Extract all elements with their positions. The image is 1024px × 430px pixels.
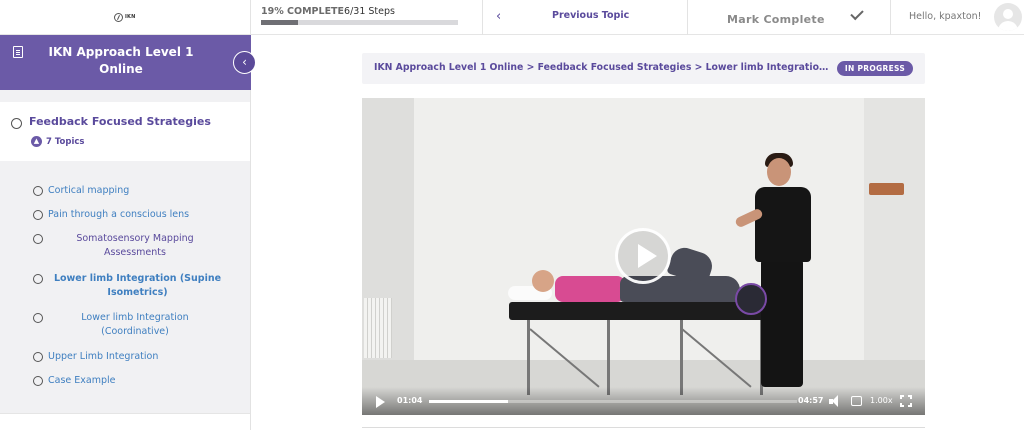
- fullscreen-corner: [908, 403, 912, 407]
- head: [767, 158, 791, 186]
- treatment-table: [509, 302, 771, 320]
- breadcrumb: IKN Approach Level 1 Online > Feedback F…: [362, 53, 925, 84]
- lesson-label[interactable]: Lower limb Integration (Coordinative): [60, 311, 210, 339]
- fullscreen-corner: [900, 403, 904, 407]
- status-circle-icon: [33, 352, 43, 362]
- video-scene-radiator: [364, 298, 392, 358]
- chevron-left-icon[interactable]: ‹: [496, 9, 501, 24]
- divider: [482, 0, 483, 35]
- lesson-item[interactable]: Somatosensory Mapping Assessments: [0, 231, 250, 263]
- divider: [687, 0, 688, 35]
- lesson-label[interactable]: Cortical mapping: [48, 184, 129, 198]
- playback-speed-button[interactable]: 1.00x: [870, 396, 893, 405]
- avatar[interactable]: [994, 3, 1022, 31]
- divider: [890, 0, 891, 35]
- lesson-item-active[interactable]: Lower limb Integration (Supine Isometric…: [0, 271, 250, 303]
- lesson-item[interactable]: Pain through a conscious lens: [0, 207, 250, 223]
- progress-percent: 19% COMPLETE: [261, 6, 345, 17]
- current-time: 01:04: [397, 396, 423, 405]
- exercise-ball: [735, 283, 767, 315]
- course-title[interactable]: IKN Approach Level 1 Online: [28, 44, 214, 78]
- status-circle-icon: [11, 118, 22, 129]
- previous-topic-button[interactable]: Previous Topic: [552, 10, 629, 21]
- section-item[interactable]: Feedback Focused Strategies ▲ 7 Topics: [0, 102, 250, 161]
- sidebar-footer: [0, 413, 250, 430]
- video-scrubber-played: [429, 400, 508, 403]
- status-circle-icon: [33, 274, 43, 284]
- topics-count: 7 Topics: [46, 136, 85, 147]
- course-sidebar: IKN Approach Level 1 Online ‹ Feedback F…: [0, 35, 256, 430]
- status-circle-icon: [33, 234, 43, 244]
- ikn-logo[interactable]: IKN: [114, 9, 140, 25]
- divider: [362, 427, 925, 428]
- fullscreen-icon[interactable]: [900, 395, 912, 407]
- progress-steps: 6/31 Steps: [344, 6, 395, 17]
- table-leg: [607, 320, 610, 395]
- lesson-item[interactable]: Cortical mapping: [0, 183, 250, 199]
- lesson-item[interactable]: Case Example: [0, 373, 250, 389]
- breadcrumb-text[interactable]: IKN Approach Level 1 Online > Feedback F…: [374, 62, 834, 73]
- user-greeting[interactable]: Hello, kpaxton!: [909, 11, 981, 22]
- video-scrubber[interactable]: [429, 400, 797, 403]
- status-circle-icon: [33, 313, 43, 323]
- torso: [755, 187, 811, 262]
- collapse-sidebar-button[interactable]: ‹: [233, 51, 256, 74]
- loop-icon[interactable]: [851, 396, 862, 406]
- lesson-item[interactable]: Lower limb Integration (Coordinative): [0, 310, 250, 342]
- volume-icon[interactable]: [829, 395, 840, 407]
- section-title[interactable]: Feedback Focused Strategies: [29, 115, 211, 128]
- fullscreen-corner: [900, 395, 904, 399]
- progress-bar: [261, 20, 458, 25]
- checkmark-icon[interactable]: [850, 6, 864, 21]
- play-icon[interactable]: [376, 396, 385, 408]
- table-leg: [527, 320, 530, 395]
- top-bar: IKN 19% COMPLETE6/31 Steps ‹ Previous To…: [0, 0, 1024, 35]
- lesson-label[interactable]: Case Example: [48, 374, 115, 388]
- lesson-label[interactable]: Pain through a conscious lens: [48, 208, 189, 222]
- status-circle-icon: [33, 186, 43, 196]
- status-circle-icon: [33, 376, 43, 386]
- video-controls: 01:04 04:57 1.00x: [362, 387, 925, 415]
- duration: 04:57: [798, 396, 824, 405]
- head: [532, 270, 554, 292]
- status-circle-icon: [33, 210, 43, 220]
- avatar-body-icon: [998, 21, 1018, 31]
- divider: [250, 0, 251, 35]
- chevron-up-icon: ▲: [31, 136, 42, 147]
- video-person-standing: [734, 153, 827, 398]
- lesson-item[interactable]: Upper Limb Integration: [0, 349, 250, 365]
- lesson-label[interactable]: Somatosensory Mapping Assessments: [55, 232, 215, 260]
- big-play-button[interactable]: [615, 228, 671, 284]
- status-badge: IN PROGRESS: [837, 61, 913, 76]
- topics-toggle[interactable]: ▲ 7 Topics: [31, 136, 84, 147]
- progress-text: 19% COMPLETE6/31 Steps: [261, 6, 461, 17]
- mark-complete-button[interactable]: Mark Complete: [727, 13, 825, 26]
- shirt: [555, 276, 625, 302]
- volume-icon-cone: [832, 395, 838, 407]
- video-player[interactable]: 01:04 04:57 1.00x: [362, 98, 925, 415]
- progress-bar-fill: [261, 20, 298, 25]
- course-progress: 19% COMPLETE6/31 Steps: [261, 6, 461, 25]
- logo-mark-icon: [114, 12, 123, 22]
- course-header: IKN Approach Level 1 Online: [0, 35, 251, 90]
- fullscreen-corner: [908, 395, 912, 399]
- legs: [761, 259, 803, 387]
- avatar-head-icon: [1003, 9, 1013, 19]
- lesson-label[interactable]: Lower limb Integration (Supine Isometric…: [50, 272, 225, 300]
- video-scene-coat-rack: [869, 183, 904, 195]
- lesson-page: IKN 19% COMPLETE6/31 Steps ‹ Previous To…: [0, 0, 1024, 430]
- course-book-icon: [13, 46, 23, 58]
- logo-text: IKN: [125, 14, 136, 20]
- lesson-label[interactable]: Upper Limb Integration: [48, 350, 158, 364]
